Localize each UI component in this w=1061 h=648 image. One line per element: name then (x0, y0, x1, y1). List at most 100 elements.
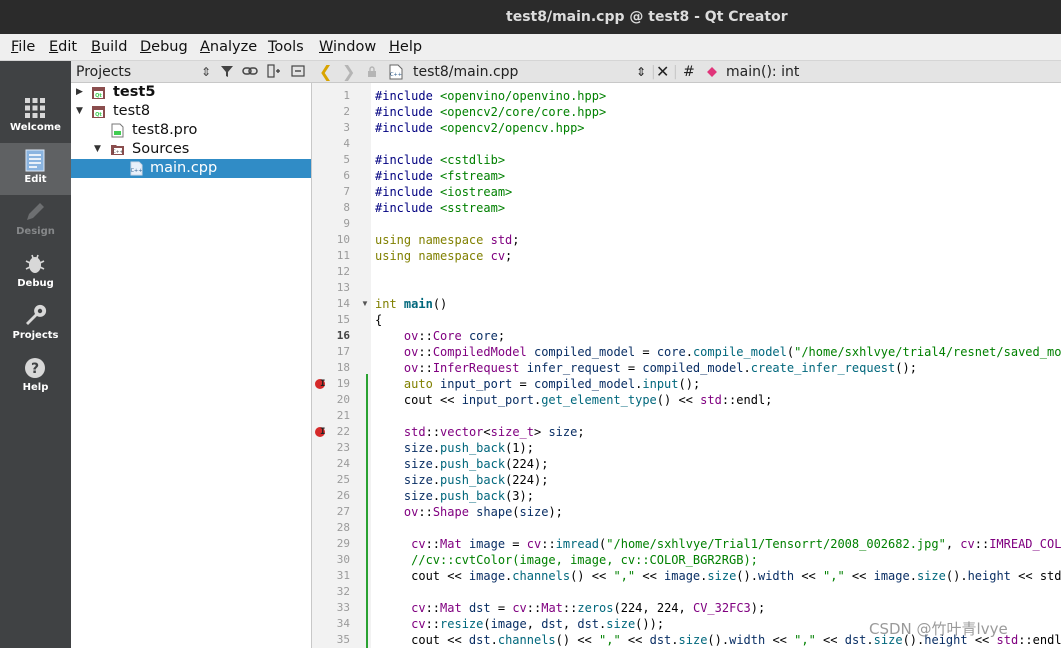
menu-file-label: ile (18, 39, 36, 55)
code-line[interactable]: #include <fstream> (375, 168, 505, 184)
code-token: ); (750, 601, 766, 615)
close-document-icon[interactable]: ✕ (656, 61, 669, 83)
menu-debug[interactable]: Debug (140, 34, 188, 61)
code-line[interactable]: #include <cstdlib> (375, 152, 505, 168)
code-line[interactable]: using namespace cv; (375, 248, 512, 264)
forward-arrow-icon[interactable]: ❯ (342, 61, 355, 83)
fold-arrow-icon[interactable]: ▼ (361, 296, 369, 312)
filter-icon[interactable] (219, 64, 235, 80)
code-token: . (432, 457, 441, 471)
menu-edit[interactable]: Edit (49, 34, 77, 61)
cpp-file-icon: C++ (389, 64, 403, 80)
code-line[interactable]: #include <opencv2/opencv.hpp> (375, 120, 585, 136)
svg-text:Qt: Qt (95, 112, 102, 118)
code-line[interactable]: size.push_back(1); (375, 440, 534, 456)
code-line[interactable]: //cv::cvtColor(image, image, cv::COLOR_B… (375, 552, 758, 568)
code-token: zeros (577, 601, 614, 615)
code-token: IMREAD_COLOR (989, 537, 1061, 551)
code-line[interactable]: cv::resize(image, dst, dst.size()); (375, 616, 664, 632)
breakpoint-marker-icon: I (320, 379, 326, 389)
code-line[interactable]: std::vector<size_t> size; (375, 424, 585, 440)
code-line[interactable]: ov::CompiledModel compiled_model = core.… (375, 344, 1061, 360)
code-line[interactable]: #include <opencv2/core/core.hpp> (375, 104, 606, 120)
mode-design[interactable]: Design (0, 195, 71, 247)
tree-item-test5[interactable]: ▶ Qt test5 (71, 83, 311, 102)
code-line[interactable]: ov::Shape shape(size); (375, 504, 563, 520)
collapse-arrow-icon[interactable]: ▼ (76, 102, 86, 121)
code-line[interactable]: ov::InferRequest infer_request = compile… (375, 360, 917, 376)
code-token: input (642, 377, 679, 391)
tree-item-main-cpp[interactable]: C++ main.cpp (71, 159, 311, 178)
line-number: 14 (336, 297, 350, 310)
code-line[interactable]: { (375, 312, 382, 328)
menu-file[interactable]: File (11, 34, 35, 61)
tree-item-sources[interactable]: ▼ C++ Sources (71, 140, 311, 159)
code-token: ; (505, 249, 513, 263)
code-token: cv (411, 537, 426, 551)
line-number: 4 (343, 137, 350, 150)
line-number: 26 (336, 489, 350, 502)
code-line[interactable]: #include <sstream> (375, 200, 505, 216)
code-line[interactable]: cout << image. channels() << "," << image… (375, 568, 1061, 584)
symbol-combo[interactable]: main(): int (726, 61, 799, 83)
code-token: :: (418, 505, 433, 519)
code-line[interactable]: cout << input_port.get_element_type() <<… (375, 392, 773, 408)
mode-selector: Welcome Edit Design Debug Projects ? Hel… (0, 61, 71, 648)
mode-edit[interactable]: Edit (0, 143, 71, 195)
menu-build[interactable]: Build (91, 34, 127, 61)
back-arrow-icon[interactable]: ❮ (319, 61, 332, 83)
code-line[interactable]: cv::Mat image = cv::imread("/home/sxhlvy… (375, 536, 1061, 552)
code-line[interactable]: cv::Mat dst = cv::Mat::zeros(224, 224, C… (375, 600, 765, 616)
document-combo-arrows-icon[interactable]: ⇕ (636, 61, 646, 83)
code-token: (). (945, 569, 968, 583)
code-token: dst (649, 633, 672, 647)
code-editor[interactable]: #include <openvino/openvino.hpp> #include… (371, 83, 1061, 648)
mode-debug[interactable]: Debug (0, 247, 71, 299)
code-line[interactable]: #include <iostream> (375, 184, 512, 200)
link-icon[interactable] (242, 64, 258, 80)
line-number: 2 (343, 105, 350, 118)
split-icon[interactable] (266, 64, 282, 80)
menu-help-accel: H (389, 39, 400, 55)
menu-help-label: elp (399, 39, 423, 55)
code-line[interactable]: size.push_back(3); (375, 488, 534, 504)
menu-help[interactable]: Help (389, 34, 422, 61)
open-document-combo[interactable]: test8/main.cpp (413, 61, 518, 83)
code-line[interactable]: using namespace std; (375, 232, 520, 248)
close-pane-icon[interactable] (290, 64, 306, 80)
code-token: { (375, 313, 383, 327)
view-select-icon[interactable]: ⇕ (198, 64, 214, 80)
code-token: #include (375, 121, 441, 135)
code-line[interactable]: #include <openvino/openvino.hpp> (375, 88, 606, 104)
tree-label: Sources (132, 141, 190, 157)
code-token: #include (375, 153, 441, 167)
code-token: dst (844, 633, 867, 647)
menu-analyze[interactable]: Analyze (200, 34, 257, 61)
tree-item-test8[interactable]: ▼ Qt test8 (71, 102, 311, 121)
tree-item-test8-pro[interactable]: test8.pro (71, 121, 311, 140)
expand-arrow-icon[interactable]: ▶ (76, 83, 86, 102)
code-line[interactable]: auto input_port = compiled_model.input()… (375, 376, 700, 392)
code-token: << (635, 569, 665, 583)
qt-project-icon: Qt (92, 106, 105, 118)
code-line[interactable]: ov::Core core; (375, 328, 505, 344)
code-token: dst (541, 617, 563, 631)
mode-projects[interactable]: Projects (0, 299, 71, 351)
mode-help[interactable]: ? Help (0, 351, 71, 403)
code-token: << (620, 633, 650, 647)
code-token: input_port (461, 393, 534, 407)
line-number: 20 (336, 393, 350, 406)
code-line[interactable]: int main() (375, 296, 447, 312)
menu-window[interactable]: Window (319, 34, 376, 61)
collapse-arrow-icon[interactable]: ▼ (94, 140, 104, 159)
code-line[interactable]: size.push_back(224); (375, 456, 549, 472)
menu-tools[interactable]: Tools (268, 34, 304, 61)
code-token: #include (375, 169, 441, 183)
svg-text:Qt: Qt (95, 93, 102, 99)
tree-label: test8 (113, 103, 151, 119)
code-line[interactable]: size.push_back(224); (375, 472, 549, 488)
breakpoint-marker-icon: I (320, 427, 326, 437)
code-token: using namespace (375, 249, 491, 263)
mode-welcome[interactable]: Welcome (0, 91, 71, 143)
